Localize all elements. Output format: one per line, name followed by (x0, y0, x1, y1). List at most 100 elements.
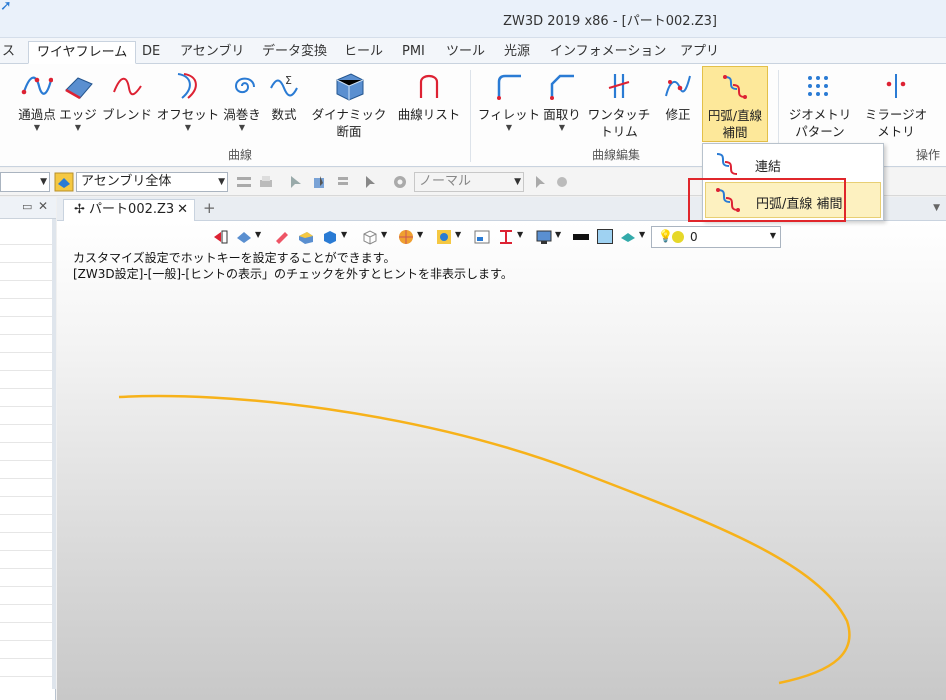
list-item[interactable] (0, 407, 52, 425)
list-item[interactable] (0, 281, 52, 299)
group-separator (470, 70, 471, 162)
pin-icon[interactable]: ▭ (22, 200, 32, 213)
equation-button[interactable]: Σ 数式 (266, 66, 302, 146)
connect-icon (716, 153, 738, 175)
layer-filter-icon[interactable] (236, 174, 252, 190)
list-item[interactable] (0, 425, 52, 443)
highlight-annotation-box (688, 178, 846, 222)
tab-menu-icon[interactable]: ▼ (933, 203, 940, 213)
document-tab[interactable]: ✢ パート002.Z3 ✕ (63, 199, 195, 221)
gear-icon[interactable] (392, 174, 408, 190)
arc-line-icon (723, 75, 747, 99)
assembly-icon[interactable] (54, 172, 74, 192)
chevron-down-icon: ▼ (514, 177, 521, 187)
offset-button[interactable]: オフセット ▼ (156, 66, 220, 146)
ribbon-tab-bar: ス ワイヤフレーム DE アセンブリ データ変換 ヒール PMI ツール 光源 … (0, 38, 946, 64)
chevron-down-icon: ▼ (74, 123, 82, 132)
tab-de[interactable]: DE (134, 41, 168, 64)
tab-data-conversion[interactable]: データ変換 (254, 41, 335, 64)
modify-button[interactable]: 修正 (656, 66, 700, 146)
list-item[interactable] (0, 605, 52, 623)
list-item[interactable] (0, 335, 52, 353)
panel-scrollbar[interactable] (52, 219, 56, 689)
mirror-icon (886, 74, 906, 98)
new-tab-icon[interactable]: + (203, 199, 216, 217)
chevron-down-icon: ▼ (33, 123, 41, 132)
list-item[interactable] (0, 551, 52, 569)
curve-group-label: 曲線 (227, 148, 252, 162)
list-item[interactable] (0, 587, 52, 605)
assembly-scope-combo[interactable]: アセンブリ全体 ▼ (76, 172, 228, 192)
tab-partial[interactable]: ス (0, 41, 23, 64)
dynamic-section-icon (336, 73, 364, 101)
yellow-curve[interactable] (118, 394, 851, 685)
select-stack-icon[interactable] (336, 174, 352, 190)
tab-pmi[interactable]: PMI (394, 41, 433, 64)
arc-line-interpolation-button[interactable]: 円弧/直線 補間 (702, 66, 768, 142)
list-item[interactable] (0, 641, 52, 659)
list-item[interactable] (0, 299, 52, 317)
tab-wireframe[interactable]: ワイヤフレーム (28, 41, 137, 64)
settings-icon[interactable] (554, 174, 570, 190)
svg-text:Σ: Σ (285, 74, 292, 87)
one-touch-trim-button[interactable]: ワンタッチ トリム (584, 66, 654, 146)
list-item[interactable] (0, 245, 52, 263)
chamfer-button[interactable]: 面取り ▼ (542, 66, 582, 146)
blend-button[interactable]: ブレンド (100, 66, 154, 146)
type-combo[interactable]: ▼ (0, 172, 50, 192)
dropdown-item-connect[interactable]: 連結 (705, 146, 881, 182)
list-item[interactable] (0, 371, 52, 389)
fillet-button[interactable]: フィレット ▼ (476, 66, 542, 146)
mirror-geometry-button[interactable]: ミラージオ メトリ (860, 66, 932, 146)
pin-icon: ✢ (74, 202, 85, 217)
chevron-down-icon: ▼ (218, 177, 225, 187)
close-icon[interactable]: ✕ (38, 199, 48, 213)
curve-list-icon (419, 74, 439, 98)
tab-light[interactable]: 光源 (496, 41, 538, 64)
chevron-down-icon: ▼ (238, 123, 246, 132)
list-item[interactable] (0, 227, 52, 245)
tab-heal[interactable]: ヒール (336, 41, 391, 64)
tab-assembly[interactable]: アセンブリ (172, 41, 252, 64)
list-item[interactable] (0, 461, 52, 479)
list-item[interactable] (0, 569, 52, 587)
equation-curve-icon: Σ (270, 74, 298, 97)
list-item[interactable] (0, 515, 52, 533)
list-item[interactable] (0, 659, 52, 677)
list-item[interactable] (0, 479, 52, 497)
print-icon[interactable] (258, 174, 274, 190)
list-item[interactable] (0, 623, 52, 641)
curve-canvas (118, 394, 851, 685)
blend-curve-icon (113, 77, 142, 96)
pick-icon[interactable] (532, 174, 548, 190)
list-item[interactable] (0, 533, 52, 551)
spiral-button[interactable]: 渦巻き ▼ (220, 66, 264, 146)
list-item[interactable] (0, 317, 52, 335)
geometry-pattern-button[interactable]: ジオメトリ パターン (784, 66, 856, 146)
selection-filter-combo[interactable]: ノーマル ▼ (414, 172, 524, 192)
tab-apps[interactable]: アプリ (672, 41, 727, 64)
through-points-curve-icon (21, 76, 53, 95)
edge-button[interactable]: エッジ ▼ (58, 66, 98, 146)
list-item[interactable] (0, 497, 52, 515)
curve-edit-group-label: 曲線編集 (591, 148, 640, 162)
ops-group-label: 操作 (916, 148, 941, 162)
list-item[interactable] (0, 353, 52, 371)
offset-curve-icon (177, 73, 197, 99)
select-icon[interactable] (288, 174, 304, 190)
curve-list-button[interactable]: 曲線リスト (394, 66, 464, 146)
tab-tools[interactable]: ツール (438, 41, 493, 64)
list-item[interactable] (0, 443, 52, 461)
chevron-down-icon: ▼ (505, 123, 513, 132)
quick-access-arrow-icon[interactable]: ➚ (0, 0, 12, 13)
list-item[interactable] (0, 389, 52, 407)
close-icon[interactable]: ✕ (177, 200, 188, 220)
chamfer-icon (550, 74, 574, 100)
3d-viewport[interactable]: ▼ ▼ ▼ ▼ ▼ ▼ ▼ ▼ 💡 0 ▼ カスタマイズ設定でホットキーを設定す… (57, 221, 946, 700)
tab-information[interactable]: インフォメーション (542, 41, 674, 64)
list-item[interactable] (0, 263, 52, 281)
through-points-button[interactable]: 通過点 ▼ (14, 66, 60, 146)
pointer-icon[interactable] (362, 174, 378, 190)
dynamic-section-button[interactable]: ダイナミック 断面 (308, 66, 390, 146)
select-shape-icon[interactable] (312, 174, 328, 190)
